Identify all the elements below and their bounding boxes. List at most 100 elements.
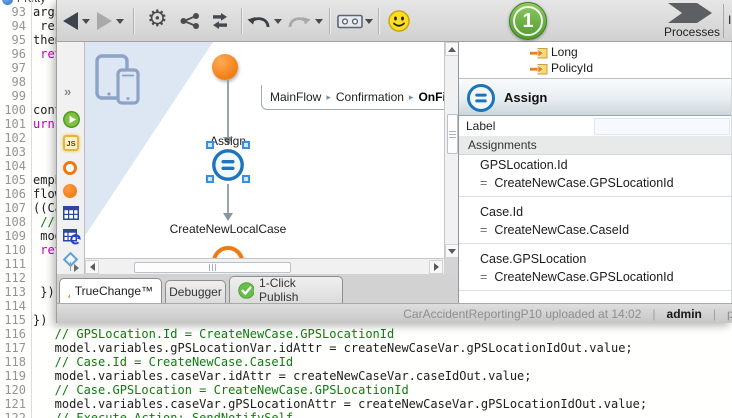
code-line[interactable]: 114 [0, 299, 33, 313]
scroll-left-button[interactable] [85, 260, 99, 274]
publish-count-badge[interactable]: 1 [509, 2, 547, 40]
tab-1-click-publish[interactable]: 1-Click Publish [229, 276, 343, 304]
code-line[interactable]: 120 // Case.GPSLocation = CreateNewCase.… [0, 383, 408, 397]
selection-handle[interactable] [242, 141, 250, 149]
tab-interface-clipped[interactable]: I [728, 13, 732, 27]
start-node[interactable] [212, 54, 238, 80]
code-line[interactable]: 117 model.variables.gPSLocationVar.idAtt… [0, 341, 632, 355]
code-line[interactable]: 101 urn [0, 117, 54, 131]
feedback-button[interactable] [387, 9, 411, 38]
toolbox-entity-button[interactable] [63, 206, 79, 225]
code-line[interactable]: 93 args [0, 5, 62, 19]
createnewlocalcase-node[interactable] [212, 246, 244, 258]
code-line[interactable]: 110 ret [0, 243, 62, 257]
back-history-dropdown[interactable] [82, 19, 90, 24]
entity-table-icon [63, 206, 79, 220]
breadcrumb-onfinish[interactable]: OnFinish [418, 90, 444, 104]
row-divider [459, 243, 731, 244]
toolbox-resize-grip[interactable] [70, 262, 71, 271]
bottom-tab-strip: TrueChange™ Debugger 1-Click Publish [57, 274, 458, 304]
code-line[interactable]: 116 // GPSLocation.Id = CreateNewCase.GP… [0, 327, 394, 341]
navigate-forward-button[interactable] [97, 12, 112, 30]
code-line[interactable]: 122 // Execute Action: SendNotifySelf [0, 411, 293, 418]
breadcrumb-mainflow[interactable]: MainFlow [270, 90, 321, 104]
code-line[interactable]: 97 [0, 61, 33, 75]
chevron-down-icon [365, 19, 373, 24]
create-node-label[interactable]: CreateNewLocalCase [158, 222, 298, 236]
code-line[interactable]: 119 model.variables.caseVar.idAttr = cre… [0, 369, 531, 383]
main-toolbar: ⚙ 1 Processes I [57, 0, 732, 42]
status-divider: | [712, 306, 716, 321]
undo-dropdown[interactable] [274, 19, 282, 24]
tree-item-policyid[interactable]: PolicyId [459, 60, 731, 76]
code-line[interactable]: 106 flow [0, 187, 62, 201]
selection-handle[interactable] [206, 141, 214, 149]
settings-button[interactable]: ⚙ [147, 8, 168, 31]
flow-connector[interactable] [227, 184, 229, 214]
toolbox-refresh-data-button[interactable] [63, 229, 81, 250]
code-line[interactable]: 96 ret [0, 47, 62, 61]
flow-connector[interactable] [227, 80, 229, 138]
recorder-button[interactable] [337, 12, 363, 35]
compare-merge-button[interactable] [179, 12, 201, 35]
code-line[interactable]: 99 [0, 89, 33, 103]
code-line[interactable]: 105 empP [0, 173, 62, 187]
tab-label: Debugger [169, 285, 222, 299]
toolbox-javascript-button[interactable]: JS [63, 135, 79, 151]
vertical-scroll-thumb[interactable] [446, 114, 458, 154]
code-line[interactable]: 108 // [0, 215, 54, 229]
canvas-vertical-scrollbar[interactable] [444, 42, 459, 258]
assignment-row[interactable]: GPSLocation.Id = CreateNewCase.GPSLocatio… [459, 155, 731, 202]
scroll-down-button[interactable] [445, 244, 459, 258]
canvas-horizontal-scrollbar[interactable] [85, 258, 444, 274]
scroll-right-button[interactable] [429, 260, 443, 274]
forward-history-dropdown[interactable] [116, 19, 124, 24]
redo-dropdown[interactable] [315, 19, 323, 24]
code-line[interactable]: 98 [0, 75, 33, 89]
recorder-dropdown[interactable] [365, 19, 373, 24]
assignment-value: CreateNewCase.CaseId [494, 223, 630, 237]
code-line[interactable]: 113 }), [0, 285, 62, 299]
back-arrow-icon [63, 12, 78, 30]
code-line[interactable]: 100 cont [0, 103, 62, 117]
code-text: // Execute Action: SendNotifySelf [33, 411, 294, 418]
code-line[interactable]: 95 then [0, 33, 62, 47]
assignment-row[interactable]: Case.GPSLocation = CreateNewCase.GPSLocat… [459, 249, 731, 296]
assignment-row[interactable]: Case.Id = CreateNewCase.CaseId [459, 202, 731, 249]
undo-button[interactable] [246, 13, 272, 35]
code-line[interactable]: 102 [0, 131, 33, 145]
code-line[interactable]: 115}) [0, 313, 47, 327]
flow-canvas[interactable]: Assign CreateNewLocalCase MainFlow ▸ Con… [85, 42, 444, 258]
code-line[interactable]: 103 [0, 145, 33, 159]
selection-handle[interactable] [242, 175, 250, 183]
navigate-back-button[interactable] [63, 12, 78, 30]
tab-debugger[interactable]: Debugger [165, 280, 226, 303]
redo-button[interactable] [286, 13, 312, 35]
code-line[interactable]: 121 model.variables.caseVar.gPSLocationA… [0, 397, 647, 411]
tab-processes[interactable]: Processes [654, 25, 730, 39]
toolbox-start-node-button[interactable] [63, 184, 77, 198]
code-line[interactable]: 118 // Case.Id = CreateNewCase.CaseId [0, 355, 293, 369]
toolbox-overflow-button[interactable]: » [64, 84, 71, 99]
code-line[interactable]: 112 [0, 271, 33, 285]
scroll-up-button[interactable] [445, 42, 459, 56]
tree-item-long[interactable]: Long [459, 44, 731, 60]
code-line[interactable]: 111 [0, 257, 33, 271]
code-line[interactable]: 94 res [0, 19, 62, 33]
code-line[interactable]: 107 ((Ca [0, 201, 62, 215]
label-input[interactable] [594, 118, 730, 135]
toolbox-end-node-button[interactable] [63, 161, 77, 175]
toolbar-divider [378, 8, 379, 34]
tab-truechange[interactable]: TrueChange™ [59, 278, 162, 303]
status-bar: CarAccidentReportingP10 uploaded at 14:0… [57, 303, 732, 323]
code-line[interactable]: 109 mod [0, 229, 62, 243]
check-circle-icon [238, 281, 255, 299]
assign-node[interactable] [211, 148, 245, 187]
toolbox-run-button[interactable] [63, 111, 80, 133]
horizontal-scroll-thumb[interactable] [134, 262, 291, 273]
breadcrumb-confirmation[interactable]: Confirmation [336, 90, 404, 104]
selection-handle[interactable] [206, 175, 214, 183]
tree-item-label: Long [551, 45, 578, 59]
code-line[interactable]: 104 [0, 159, 33, 173]
sync-button[interactable] [209, 12, 233, 35]
